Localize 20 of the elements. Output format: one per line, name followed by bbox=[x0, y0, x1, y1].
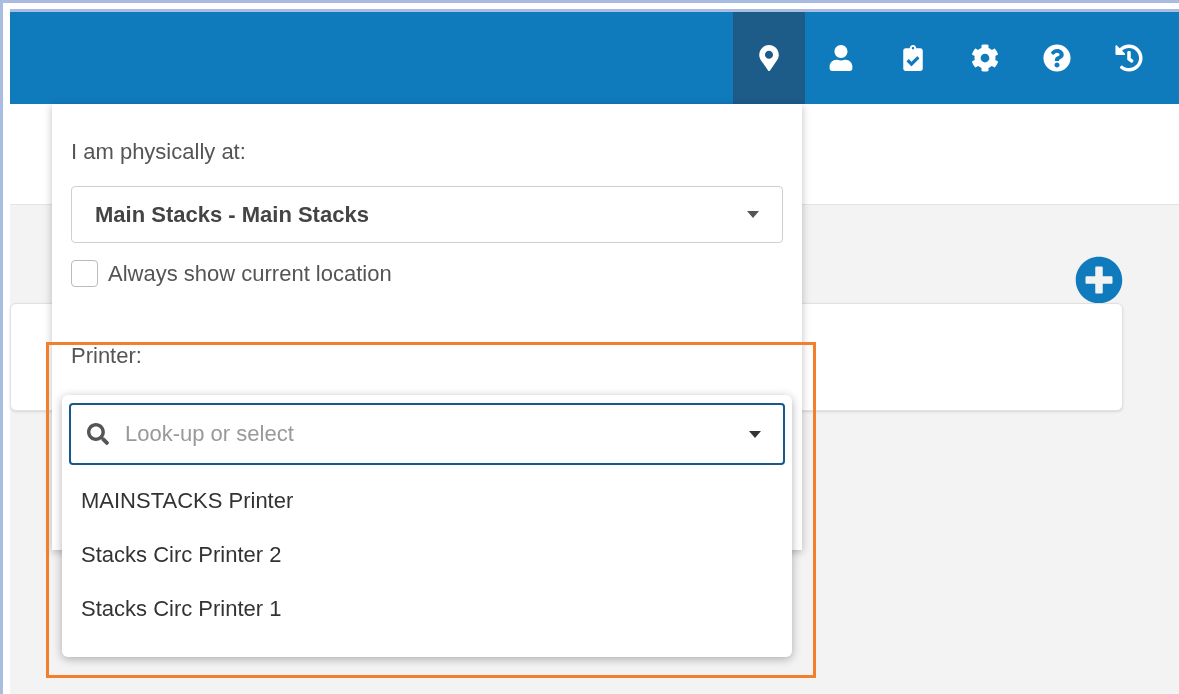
location-label: I am physically at: bbox=[71, 138, 247, 166]
location-dropdown[interactable]: Main Stacks - Main Stacks bbox=[71, 186, 783, 243]
printer-option[interactable]: MAINSTACKS Printer bbox=[69, 473, 785, 527]
add-icon[interactable] bbox=[1075, 256, 1123, 304]
printer-search-field[interactable]: Look-up or select bbox=[69, 403, 785, 465]
caret-icon bbox=[749, 431, 761, 438]
user-icon bbox=[828, 45, 854, 71]
checkbox-label: Always show current location bbox=[108, 260, 392, 288]
settings-icon bbox=[971, 44, 999, 72]
caret-icon bbox=[747, 211, 759, 218]
checkbox[interactable] bbox=[71, 260, 98, 287]
history-icon bbox=[1115, 44, 1143, 72]
printer-label: Printer: bbox=[71, 342, 143, 370]
location-pin-icon bbox=[756, 45, 782, 71]
search-icon bbox=[87, 423, 109, 445]
printer-option[interactable]: Stacks Circ Printer 2 bbox=[69, 527, 785, 581]
toolbar-button[interactable] bbox=[733, 12, 805, 104]
help-icon bbox=[1043, 44, 1071, 72]
clipboard-check-icon bbox=[900, 45, 926, 71]
printer-option[interactable]: Stacks Circ Printer 1 bbox=[69, 581, 785, 635]
